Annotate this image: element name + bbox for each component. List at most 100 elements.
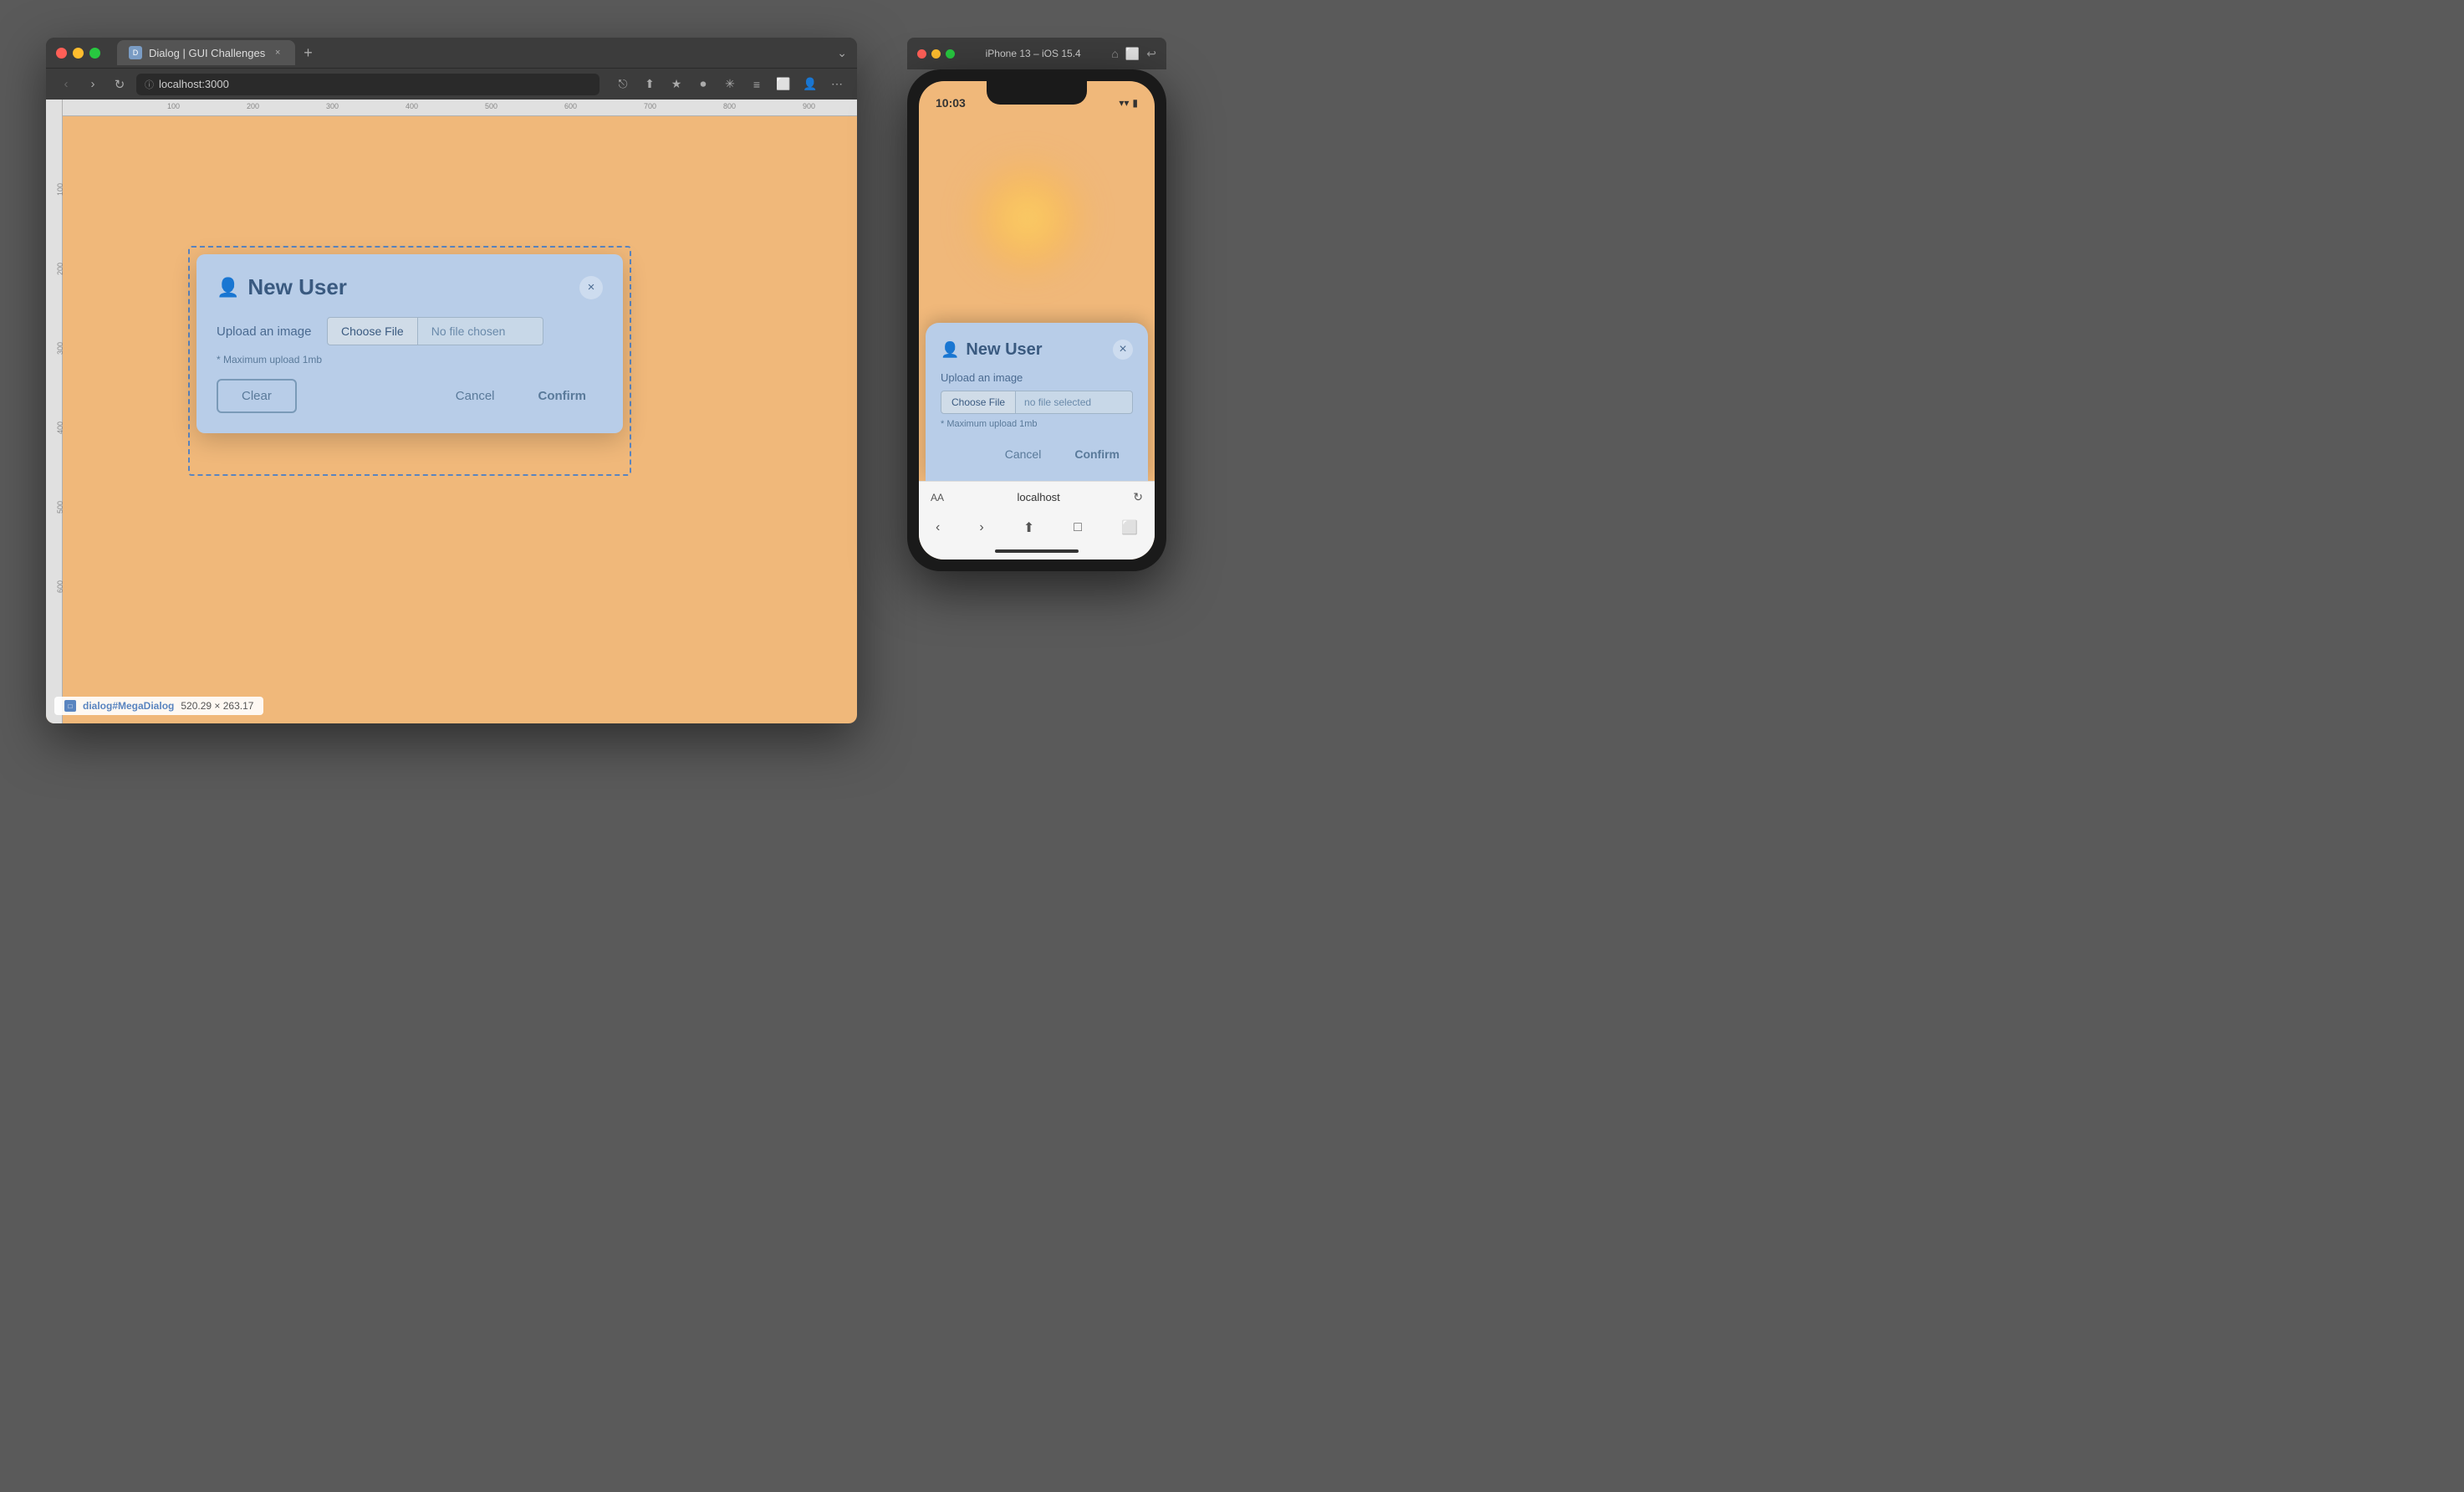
ruler-vtick-100: 100 [56, 183, 64, 196]
window-expand-btn[interactable]: ⌄ [837, 46, 847, 60]
reader-icon[interactable]: ≡ [747, 74, 767, 95]
phone-screenshot-icon[interactable]: ⬜ [1125, 47, 1140, 61]
phone-back-nav-icon[interactable]: ‹ [936, 520, 940, 535]
tab-close-btn[interactable]: × [272, 47, 283, 59]
phone-home-icon[interactable]: ⌂ [1111, 47, 1118, 61]
phone-reload-btn[interactable]: ↻ [1133, 490, 1143, 504]
active-tab[interactable]: D Dialog | GUI Challenges × [117, 40, 295, 65]
lock-icon: ⓘ [145, 78, 154, 91]
traffic-lights [56, 48, 100, 59]
phone-content: 👤 New User × Upload an image Choose File… [919, 118, 1155, 481]
browser-titlebar: D Dialog | GUI Challenges × + ⌄ [46, 38, 857, 68]
mobile-dialog-close-btn[interactable]: × [1113, 340, 1133, 360]
dialog-close-btn[interactable]: × [579, 276, 603, 299]
upload-hint: * Maximum upload 1mb [217, 354, 603, 365]
mobile-upload-hint: * Maximum upload 1mb [941, 419, 1133, 429]
user-add-icon: 👤 [217, 277, 239, 299]
mobile-upload-label: Upload an image [941, 371, 1133, 384]
external-link-icon[interactable]: ⎋ [613, 74, 633, 95]
forward-btn[interactable]: › [83, 74, 103, 95]
horizontal-ruler: 100 200 300 400 500 600 700 800 900 [46, 100, 857, 116]
tab-favicon: D [129, 46, 142, 59]
minimize-traffic-light[interactable] [73, 48, 84, 59]
confirm-btn[interactable]: Confirm [522, 381, 604, 411]
phone-header-action-icons: ⌂ ⬜ ↩ [1111, 47, 1156, 61]
phone-url-display[interactable]: localhost [951, 491, 1126, 503]
profile-icon[interactable]: 👤 [800, 74, 820, 95]
no-file-text: No file chosen [418, 317, 543, 345]
ruler-tick-700: 700 [644, 103, 656, 110]
new-tab-btn[interactable]: + [304, 44, 313, 62]
phone-bookmarks-nav-icon[interactable]: □ [1074, 520, 1082, 535]
ruler-tick-400: 400 [406, 103, 418, 110]
phone-header-lights [917, 49, 955, 59]
browser-status-bar: □ dialog#MegaDialog 520.29 × 263.17 [54, 697, 263, 715]
share-icon[interactable]: ⬆ [640, 74, 660, 95]
extension-icon[interactable]: ✳ [720, 74, 740, 95]
mobile-confirm-btn[interactable]: Confirm [1061, 441, 1133, 468]
dialog-body: Upload an image Choose File No file chos… [217, 317, 603, 365]
ruler-tick-200: 200 [247, 103, 259, 110]
phone-rotate-icon[interactable]: ↩ [1146, 47, 1156, 61]
phone-nav-row: ‹ › ⬆ □ ⬜ [919, 513, 1155, 543]
ruler-vtick-300: 300 [56, 342, 64, 355]
cancel-btn[interactable]: Cancel [439, 381, 512, 411]
shield-icon[interactable]: ⏺ [693, 74, 713, 95]
ruler-vtick-500: 500 [56, 501, 64, 514]
phone-time: 10:03 [936, 96, 966, 110]
ruler-tick-800: 800 [723, 103, 736, 110]
phone-wifi-icon: ▾▾ [1119, 97, 1129, 109]
phone-close-light[interactable] [917, 49, 926, 59]
status-dimensions: 520.29 × 263.17 [181, 700, 253, 712]
phone-share-nav-icon[interactable]: ⬆ [1023, 519, 1034, 536]
back-btn[interactable]: ‹ [56, 74, 76, 95]
address-bar[interactable]: ⓘ localhost:3000 [136, 74, 599, 95]
bookmark-icon[interactable]: ★ [666, 74, 686, 95]
tab-bar: D Dialog | GUI Challenges × + [117, 40, 313, 65]
new-user-dialog: 👤 New User × Upload an image Choose File… [196, 254, 623, 433]
ruler-vtick-200: 200 [56, 263, 64, 275]
more-icon[interactable]: ⋯ [827, 74, 847, 95]
close-traffic-light[interactable] [56, 48, 67, 59]
phone-home-indicator [995, 549, 1079, 553]
browser-window: D Dialog | GUI Challenges × + ⌄ ‹ › ↻ ⓘ … [46, 38, 857, 723]
ruler-vtick-600: 600 [56, 580, 64, 593]
mobile-choose-file-btn[interactable]: Choose File [941, 391, 1016, 414]
phone-notch [987, 81, 1087, 105]
ruler-tick-300: 300 [326, 103, 339, 110]
mobile-user-add-icon: 👤 [941, 341, 959, 359]
phone-device-title: iPhone 13 – iOS 15.4 [986, 48, 1081, 59]
phone-forward-nav-icon[interactable]: › [979, 520, 983, 535]
mobile-dialog-title: New User [966, 340, 1042, 360]
split-view-icon[interactable]: ⬜ [773, 74, 793, 95]
file-input-wrapper: Choose File No file chosen [327, 317, 543, 345]
dialog-title: New User [247, 274, 347, 300]
mobile-no-file-text: no file selected [1016, 391, 1133, 414]
phone-maximize-light[interactable] [946, 49, 955, 59]
refresh-btn[interactable]: ↻ [110, 74, 130, 95]
browser-toolbar: ‹ › ↻ ⓘ localhost:3000 ⎋ ⬆ ★ ⏺ ✳ ≡ ⬜ 👤 ⋯ [46, 68, 857, 100]
phone-status-icons: ▾▾ ▮ [1119, 97, 1138, 109]
mobile-file-row: Choose File no file selected [941, 391, 1133, 414]
ruler-tick-600: 600 [564, 103, 577, 110]
dialog-footer: Clear Cancel Confirm [217, 379, 603, 413]
phone-battery-icon: ▮ [1132, 97, 1138, 109]
phone-tabs-nav-icon[interactable]: ⬜ [1121, 519, 1138, 536]
upload-label: Upload an image [217, 324, 317, 339]
url-text: localhost:3000 [159, 78, 229, 90]
phone-minimize-light[interactable] [931, 49, 941, 59]
mobile-cancel-btn[interactable]: Cancel [992, 441, 1055, 468]
mobile-dialog-header: 👤 New User × [941, 340, 1133, 360]
maximize-traffic-light[interactable] [89, 48, 100, 59]
status-selector-text: dialog#MegaDialog [83, 700, 174, 712]
mobile-dialog: 👤 New User × Upload an image Choose File… [926, 323, 1148, 481]
dialog-header: 👤 New User × [217, 274, 603, 300]
phone-aa-btn[interactable]: AA [931, 492, 944, 503]
phone-device-frame: 10:03 ▾▾ ▮ 👤 New User × Upload an [907, 69, 1166, 571]
choose-file-btn[interactable]: Choose File [327, 317, 418, 345]
browser-content: 100 200 300 400 500 600 700 800 900 100 … [46, 100, 857, 723]
phone-bottom-bar: AA localhost ↻ [919, 481, 1155, 513]
toolbar-icons: ⎋ ⬆ ★ ⏺ ✳ ≡ ⬜ 👤 ⋯ [613, 74, 847, 95]
clear-btn[interactable]: Clear [217, 379, 297, 413]
phone-home-bar [919, 543, 1155, 560]
